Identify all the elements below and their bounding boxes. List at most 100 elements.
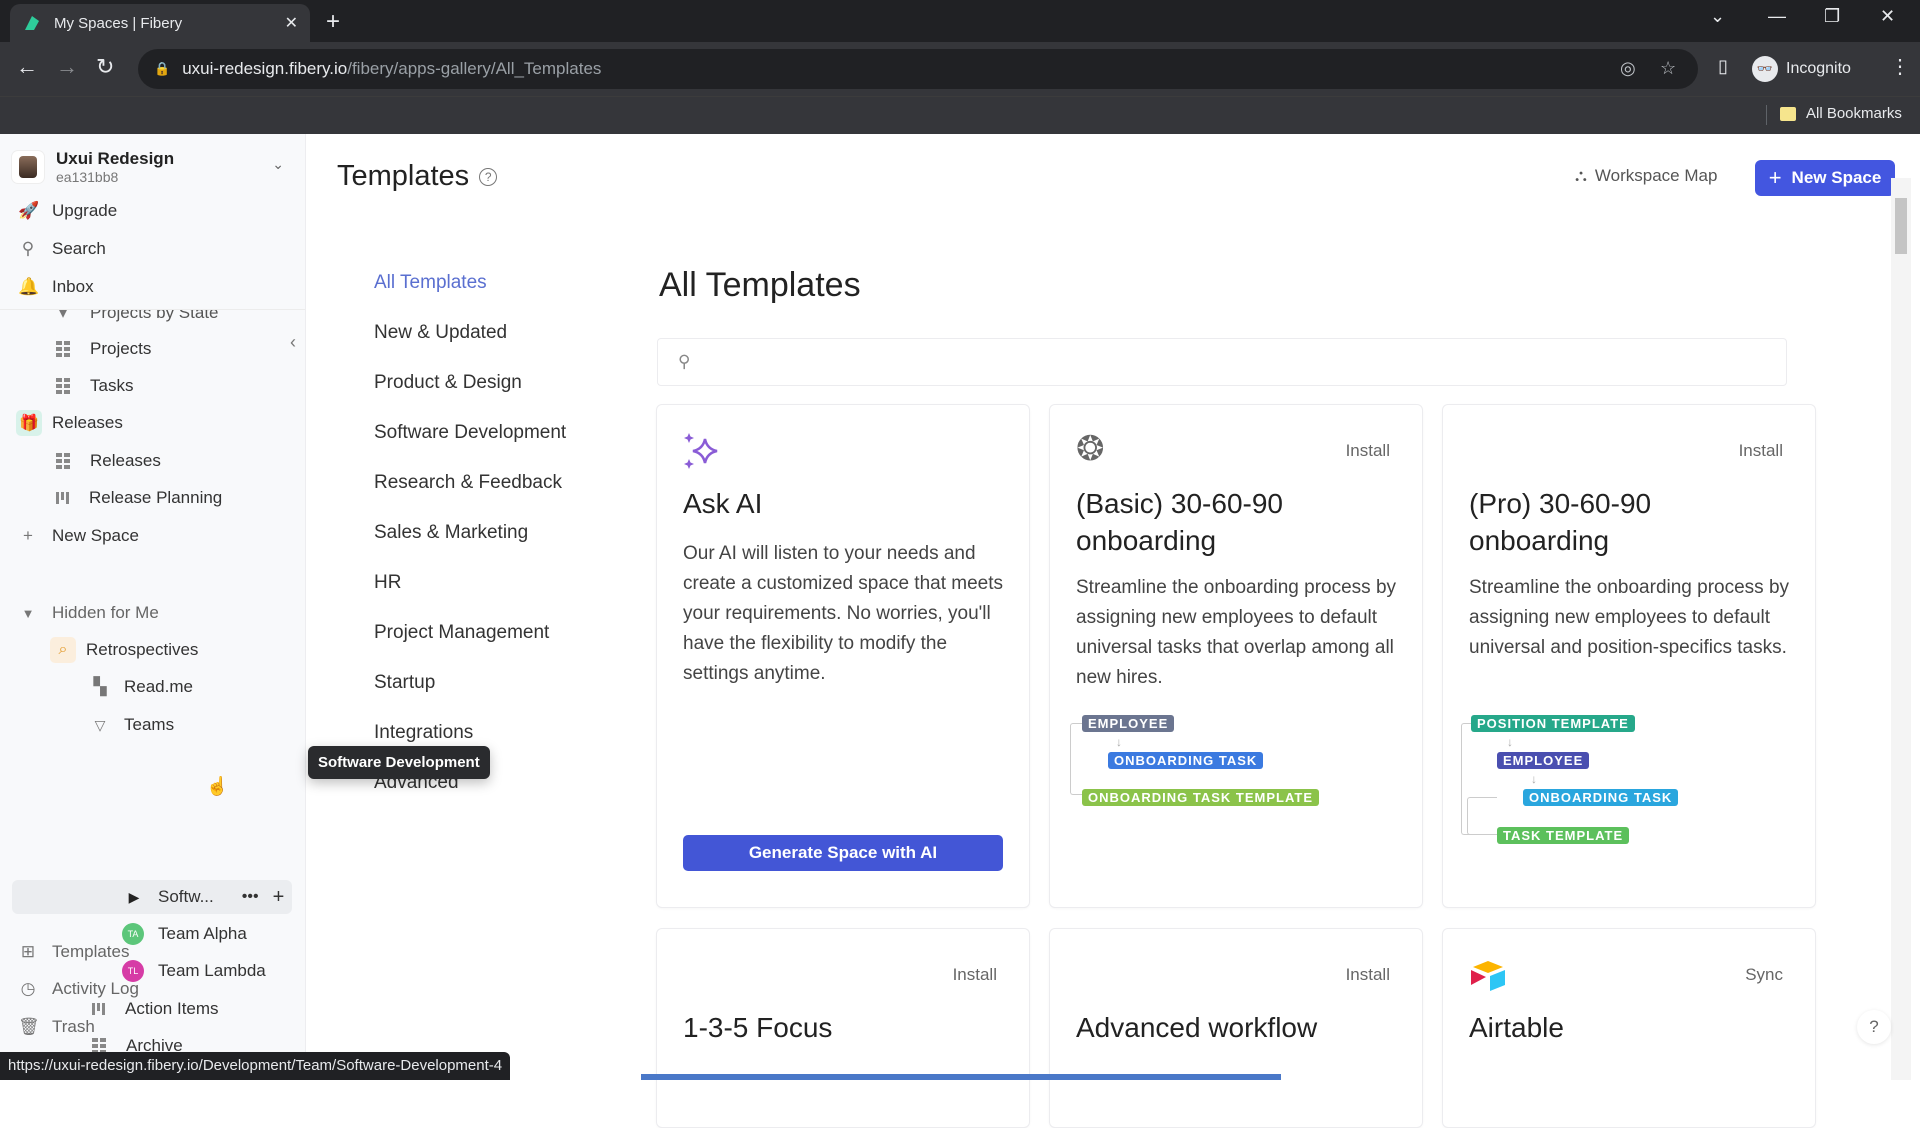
sidebar-item-release-planning[interactable]: Release Planning xyxy=(56,483,222,513)
sidebar-item-releases[interactable]: Releases xyxy=(56,446,161,476)
sidebar-item-label: Templates xyxy=(52,942,130,961)
scrollbar-thumb[interactable] xyxy=(1895,198,1907,254)
browser-tab[interactable]: My Spaces | Fibery ✕ xyxy=(10,4,310,42)
help-button[interactable]: ? xyxy=(1857,1010,1891,1044)
category-project-management[interactable]: Project Management xyxy=(374,622,549,644)
all-bookmarks-button[interactable]: All Bookmarks xyxy=(1780,105,1902,122)
sidebar-item-templates[interactable]: ⊞ Templates xyxy=(18,937,130,967)
arrow-down-icon: ↓ xyxy=(1531,772,1537,786)
category-research-feedback[interactable]: Research & Feedback xyxy=(374,472,562,494)
close-window-icon[interactable]: ✕ xyxy=(1880,6,1895,27)
sidebar-item-label: Projects by State xyxy=(90,303,219,322)
table-view-icon xyxy=(56,341,70,357)
sidebar-item-tasks[interactable]: Tasks xyxy=(56,371,133,401)
sidebar-item-team-alpha[interactable]: TA Team Alpha xyxy=(122,919,247,949)
forward-icon[interactable]: → xyxy=(56,54,78,80)
side-panel-icon[interactable]: ▯ xyxy=(1718,56,1728,77)
category-new-updated[interactable]: New & Updated xyxy=(374,322,507,344)
diagram-node: TASK TEMPLATE xyxy=(1497,827,1630,844)
content-title: All Templates xyxy=(659,266,861,304)
sidebar-item-projects-by-state[interactable]: ▾ Projects by State xyxy=(56,303,219,328)
category-sales-marketing[interactable]: Sales & Marketing xyxy=(374,522,528,544)
workspace-avatar xyxy=(12,151,44,183)
category-startup[interactable]: Startup xyxy=(374,672,435,694)
category-all-templates[interactable]: All Templates xyxy=(374,272,487,294)
tab-search-icon[interactable]: ⌄ xyxy=(1710,6,1725,27)
main-content: Templates ? ⛬ Workspace Map + New Space … xyxy=(307,134,1920,1128)
add-child-icon[interactable]: + xyxy=(273,886,285,909)
sidebar-item-software-development-content[interactable]: ▶ Softw... ••• + xyxy=(124,882,285,912)
reload-icon[interactable]: ↻ xyxy=(96,54,114,80)
close-tab-icon[interactable]: ✕ xyxy=(285,13,298,33)
card-title: 1-3-5 Focus xyxy=(683,1012,833,1043)
restore-icon[interactable]: ❐ xyxy=(1824,6,1840,27)
menu-dots-icon[interactable]: ⋮ xyxy=(1890,54,1910,79)
back-icon[interactable]: ← xyxy=(16,54,38,80)
sidebar-item-readme[interactable]: ▚ Read.me xyxy=(90,672,193,702)
link-status-bar: https://uxui-redesign.fibery.io/Developm… xyxy=(0,1052,511,1080)
star-icon[interactable]: ☆ xyxy=(1660,58,1676,79)
generate-space-with-ai-button[interactable]: Generate Space with AI xyxy=(683,835,1003,871)
template-card-ask-ai[interactable]: Ask AI Our AI will listen to your needs … xyxy=(656,404,1030,908)
sidebar-space-releases[interactable]: 🎁 Releases xyxy=(16,408,123,438)
sidebar-item-label: Tasks xyxy=(90,376,134,395)
hidden-for-me-section[interactable]: ▼ Hidden for Me xyxy=(18,598,159,628)
template-card-1-3-5-focus[interactable]: Install 1-3-5 Focus xyxy=(656,928,1030,1128)
help-icon[interactable]: ? xyxy=(479,167,498,186)
template-card-pro-onboarding[interactable]: Install (Pro) 30-60-90 onboarding Stream… xyxy=(1442,404,1816,908)
card-title: Advanced workflow xyxy=(1076,1012,1318,1043)
sidebar-item-search[interactable]: ⚲ Search xyxy=(18,234,106,264)
sidebar-item-label: Upgrade xyxy=(52,201,118,220)
template-search[interactable]: ⚲ xyxy=(657,338,1787,386)
diagram-node: ONBOARDING TASK TEMPLATE xyxy=(1082,789,1320,806)
scrollbar[interactable] xyxy=(1891,178,1911,1080)
sidebar-item-label: Team Lambda xyxy=(158,961,266,980)
trash-icon: 🗑 xyxy=(18,1017,40,1036)
template-card-basic-onboarding[interactable]: ❂ Install (Basic) 30-60-90 onboarding St… xyxy=(1049,404,1423,908)
sidebar-item-label: Retrospectives xyxy=(86,640,199,659)
eye-off-icon[interactable]: ◎ xyxy=(1620,58,1636,79)
card-title: Airtable xyxy=(1469,1012,1564,1043)
template-card-advanced-workflow[interactable]: Install Advanced workflow xyxy=(1049,928,1423,1128)
category-hr[interactable]: HR xyxy=(374,572,401,594)
category-integrations[interactable]: Integrations xyxy=(374,722,473,744)
sidebar-item-trash[interactable]: 🗑 Trash xyxy=(18,1012,95,1042)
diagram-node: ONBOARDING TASK xyxy=(1108,752,1264,769)
install-button[interactable]: Install xyxy=(1739,441,1783,461)
page-title-text: Templates xyxy=(337,160,470,192)
workspace-switcher[interactable]: Uxui Redesign ea131bb8 ⌄ xyxy=(12,144,294,190)
sync-button[interactable]: Sync xyxy=(1745,965,1783,985)
sidebar-item-activity-log[interactable]: ◷ Activity Log xyxy=(18,974,139,1004)
fibery-logo-icon xyxy=(25,16,39,30)
workspace-map-button[interactable]: ⛬ Workspace Map xyxy=(1575,166,1717,186)
sidebar-item-label: Teams xyxy=(124,715,175,734)
sidebar-item-inbox[interactable]: 🔔 Inbox xyxy=(18,272,94,302)
install-button[interactable]: Install xyxy=(953,965,997,985)
bell-icon: 🔔 xyxy=(18,277,40,296)
category-software-development[interactable]: Software Development xyxy=(374,422,566,444)
sidebar-item-projects[interactable]: Projects xyxy=(56,334,151,364)
page-title: Templates ? xyxy=(337,160,498,193)
sidebar-space-retrospectives[interactable]: ⌕ Retrospectives xyxy=(50,635,198,665)
incognito-indicator[interactable]: 👓 Incognito xyxy=(1752,50,1851,88)
install-button[interactable]: Install xyxy=(1346,965,1390,985)
workspace-id: ea131bb8 xyxy=(56,169,119,185)
new-tab-icon[interactable]: + xyxy=(326,8,340,36)
install-button[interactable]: Install xyxy=(1346,441,1390,461)
divider xyxy=(0,309,305,310)
minimize-icon[interactable]: — xyxy=(1768,6,1786,27)
collapse-sidebar-icon[interactable]: ‹ xyxy=(290,332,296,353)
category-product-design[interactable]: Product & Design xyxy=(374,372,522,394)
sidebar-item-teams[interactable]: ▽ Teams xyxy=(90,710,174,740)
table-view-icon xyxy=(56,378,70,394)
new-space-button[interactable]: + New Space xyxy=(1755,160,1895,196)
more-options-icon[interactable]: ••• xyxy=(242,888,259,906)
address-bar[interactable]: 🔒 uxui-redesign.fibery.io /fibery/apps-g… xyxy=(138,49,1698,89)
sidebar-item-upgrade[interactable]: 🚀 Upgrade xyxy=(18,196,117,226)
card-description: Our AI will listen to your needs and cre… xyxy=(683,543,1003,684)
caret-right-icon[interactable]: ▶ xyxy=(124,889,144,906)
sidebar-item-team-lambda[interactable]: TL Team Lambda xyxy=(122,956,266,986)
template-card-airtable[interactable]: Sync Airtable xyxy=(1442,928,1816,1128)
sidebar-new-space[interactable]: + New Space xyxy=(18,521,139,551)
template-search-input[interactable] xyxy=(702,353,1786,371)
